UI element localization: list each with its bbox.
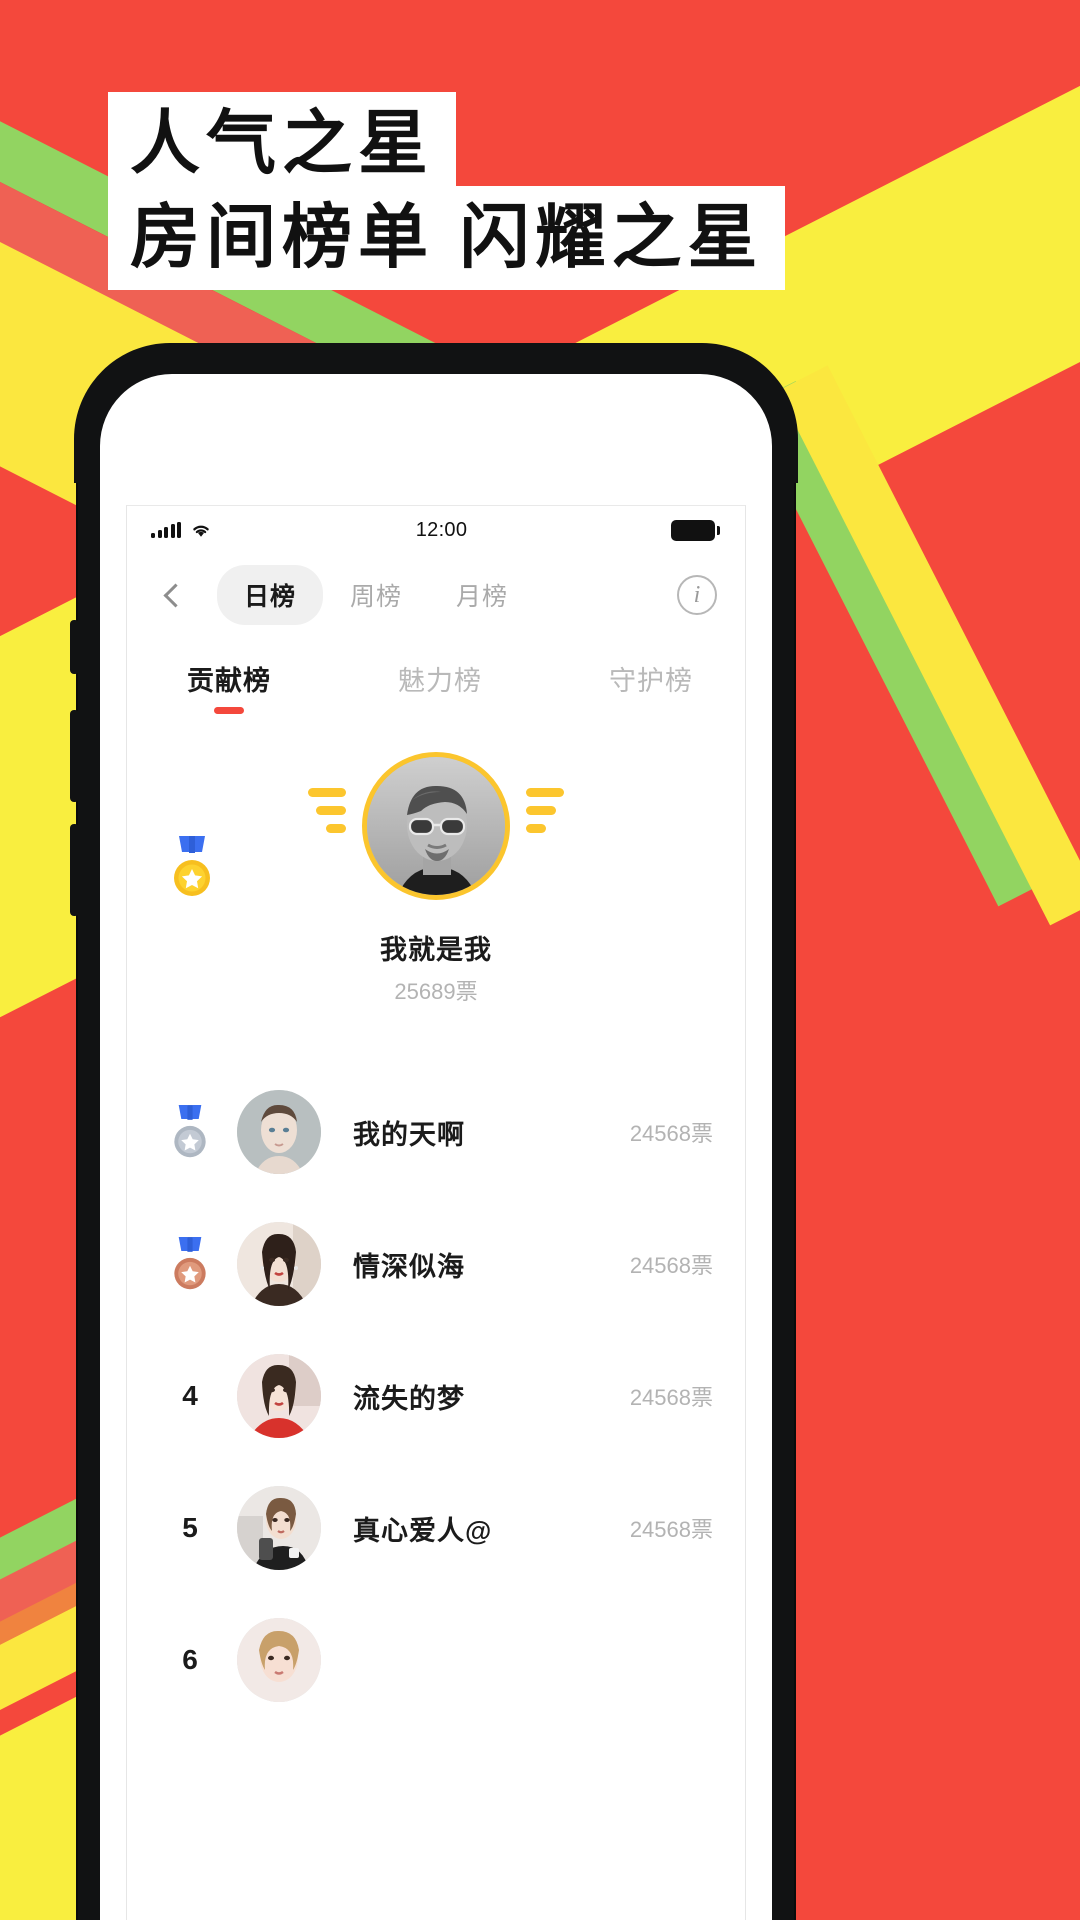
- status-bar-time: 12:00: [415, 518, 468, 541]
- avatar[interactable]: [237, 1354, 321, 1438]
- category-tab-group: 贡献榜 魅力榜 守护榜: [127, 636, 745, 736]
- phone-volume-down-button: [70, 824, 79, 916]
- avatar[interactable]: [237, 1486, 321, 1570]
- champion-block[interactable]: 我就是我 25689票: [127, 736, 745, 1066]
- table-row[interactable]: 我的天啊 24568票: [127, 1066, 745, 1198]
- back-button[interactable]: [153, 572, 193, 618]
- row-votes: 24568票: [629, 1385, 713, 1410]
- champion-votes: 25689票: [394, 979, 478, 1004]
- avatar-woman-portrait: [237, 1090, 321, 1174]
- row-name: 流失的梦: [353, 1383, 465, 1414]
- tab-charm-ranking[interactable]: 魅力榜: [398, 659, 482, 714]
- tab-weekly-ranking[interactable]: 周榜: [323, 565, 429, 625]
- table-row[interactable]: 4 流失的梦 24568票: [127, 1330, 745, 1462]
- silver-medal-icon: [161, 1105, 219, 1159]
- champion-speed-lines-left: [308, 788, 346, 833]
- info-icon[interactable]: i: [677, 575, 717, 615]
- gold-medal-icon: [169, 836, 215, 898]
- table-row[interactable]: 情深似海 24568票: [127, 1198, 745, 1330]
- tab-contribution-ranking[interactable]: 贡献榜: [187, 659, 271, 714]
- row-name: 情深似海: [353, 1251, 465, 1282]
- row-name: 真心爱人@: [353, 1515, 493, 1546]
- signal-bars-icon: [151, 522, 181, 538]
- phone-volume-up-button: [70, 710, 79, 802]
- row-votes: 24568票: [629, 1121, 713, 1146]
- avatar-male-sunglasses: [367, 757, 505, 895]
- avatar-woman-black-shirt: [237, 1486, 321, 1570]
- champion-name: 我就是我: [380, 935, 492, 965]
- promo-headline-line-1: 人气之星: [108, 92, 456, 196]
- active-tab-underline: [214, 706, 244, 714]
- avatar-woman-earrings: [237, 1222, 321, 1306]
- rank-number: 5: [161, 1512, 219, 1544]
- tab-monthly-ranking[interactable]: 月榜: [429, 565, 535, 625]
- avatar[interactable]: [237, 1618, 321, 1702]
- wifi-icon: [190, 522, 212, 538]
- row-votes: 24568票: [629, 1253, 713, 1278]
- avatar-woman-red-top: [237, 1354, 321, 1438]
- back-chevron-icon: [163, 582, 188, 608]
- tab-contribution-label: 贡献榜: [187, 665, 271, 696]
- avatar[interactable]: [237, 1090, 321, 1174]
- tab-guardian-ranking[interactable]: 守护榜: [609, 659, 693, 714]
- champion-speed-lines-right: [526, 788, 564, 833]
- bronze-medal-icon: [161, 1237, 219, 1291]
- champion-avatar[interactable]: [362, 752, 510, 900]
- phone-mute-button: [70, 620, 79, 674]
- status-bar: 12:00: [127, 506, 745, 554]
- app-screen: 12:00 日榜 周榜 月榜 i 贡献榜 魅力榜 守护榜 我就是我 25689票…: [126, 505, 746, 1920]
- period-tab-group: 日榜 周榜 月榜: [217, 565, 535, 625]
- avatar-woman-partial: [237, 1618, 321, 1702]
- row-votes: 24568票: [629, 1517, 713, 1542]
- rank-number: 4: [161, 1380, 219, 1412]
- avatar[interactable]: [237, 1222, 321, 1306]
- table-row[interactable]: 5 真心爱人@ 24568票: [127, 1462, 745, 1594]
- promo-background: 人气之星 房间榜单 闪耀之星 12:00 日榜 周榜 月榜 i 贡献榜 魅力榜 …: [0, 0, 1080, 1920]
- tab-daily-ranking[interactable]: 日榜: [217, 565, 324, 625]
- rank-number-label: 6: [182, 1644, 198, 1675]
- rank-number: 6: [161, 1644, 219, 1676]
- table-row[interactable]: 6: [127, 1594, 745, 1726]
- promo-headline-line-2: 房间榜单 闪耀之星: [108, 186, 786, 290]
- rank-number-label: 4: [182, 1380, 198, 1411]
- rank-list: 我的天啊 24568票 情深似海 24568票 4 流失的梦 24568票 5 …: [127, 1066, 745, 1726]
- rank-number-label: 5: [182, 1512, 198, 1543]
- nav-bar: 日榜 周榜 月榜 i: [127, 554, 745, 636]
- battery-icon: [671, 519, 720, 541]
- row-name: 我的天啊: [353, 1119, 465, 1150]
